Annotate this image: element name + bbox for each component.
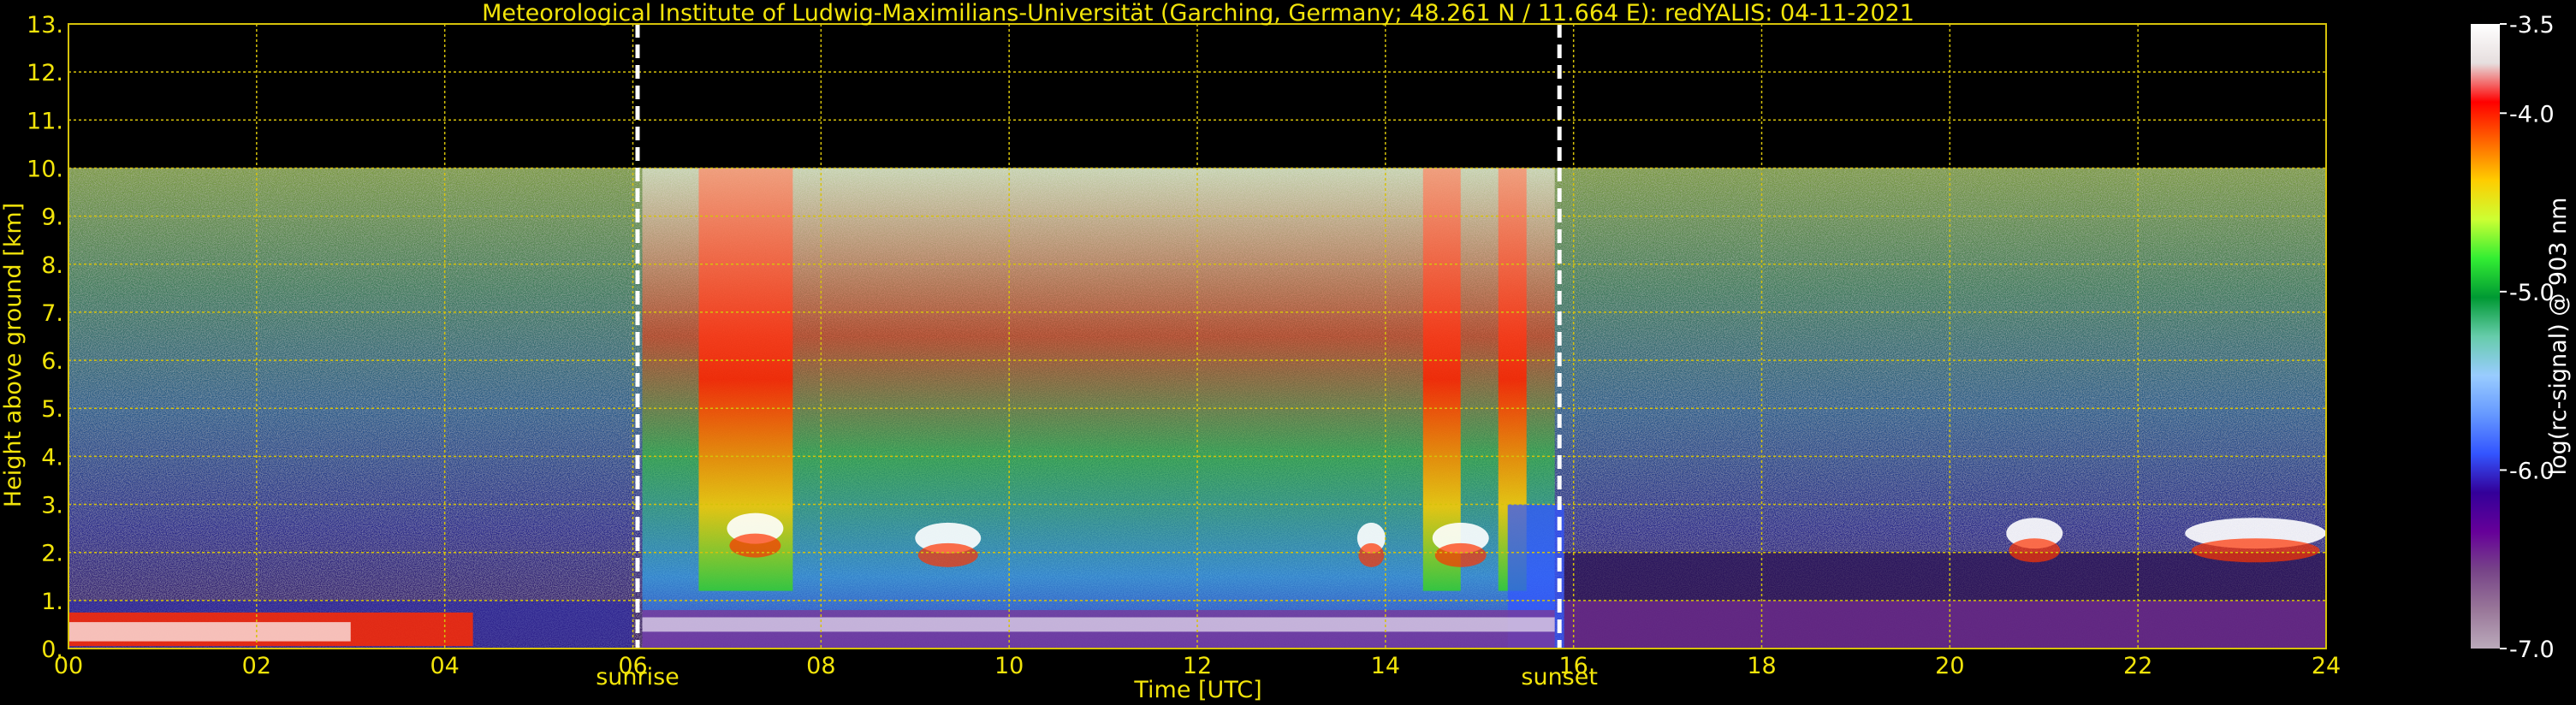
cloud-edge [1358,542,1385,567]
cloud-edge [2009,538,2061,563]
cloud-edge [2191,538,2320,563]
y-tick-label: 9. [41,204,63,231]
cloud-edge [729,533,781,558]
cloud-edge [917,542,978,567]
y-tick-label: 0. [41,637,63,663]
y-tick-label: 3. [41,493,63,519]
x-tick-label: 24 [2312,653,2341,679]
x-tick-label: 10 [994,653,1024,679]
morning-aerosol-core [68,622,351,642]
daytime-layer-top [642,617,1555,632]
cloud-edge [1434,542,1487,567]
y-tick-label: 1. [41,589,63,615]
x-axis-label: Time [UTC] [1133,677,1261,703]
y-tick-label: 5. [41,396,63,423]
colorbar: log(rc-signal) @ 903 nm -3.5 -4.0 -5.0 -6.0… [2471,12,2572,663]
colorbar-tick-label: -3.5 [2509,12,2555,39]
x-tick-label: 12 [1183,653,1212,679]
y-tick-label: 2. [41,541,63,567]
colorbar-tick-label: -4.0 [2509,101,2555,127]
night-boundary-layer [1564,600,2326,649]
colorbar-bar [2471,24,2500,649]
y-tick-label: 8. [41,252,63,279]
x-tick-label: 16 [1558,653,1588,679]
y-tick-label: 13. [27,12,63,39]
x-tick-label: 02 [242,653,271,679]
colorbar-tick-label: -5.0 [2509,280,2555,306]
y-tick-label: 4. [41,444,63,471]
x-tick-label: 20 [1935,653,1964,679]
colorbar-tick-label: -6.0 [2509,458,2555,484]
y-tick-label: 11. [27,108,63,134]
x-tick-label: 14 [1371,653,1400,679]
x-tick-label: 06 [618,653,647,679]
chart-title: Meteorological Institute of Ludwig-Maxim… [482,0,1914,27]
lidar-chart: sunrise sunset 00 02 04 06 08 10 12 14 16 18 20 22 24… [0,0,2572,703]
y-tick-label: 7. [41,300,63,327]
y-tick-label: 10. [27,156,63,182]
y-tick-label: 6. [41,348,63,375]
x-tick-label: 08 [806,653,835,679]
x-tick-label: 22 [2123,653,2152,679]
y-tick-label: 12. [27,60,63,86]
y-axis-label: Height above ground [km] [0,203,27,507]
colorbar-tick-label: -7.0 [2509,637,2555,663]
colorbar-label: log(rc-signal) @ 903 nm [2545,198,2572,476]
x-tick-label: 18 [1747,653,1776,679]
x-tick-label: 04 [430,653,459,679]
